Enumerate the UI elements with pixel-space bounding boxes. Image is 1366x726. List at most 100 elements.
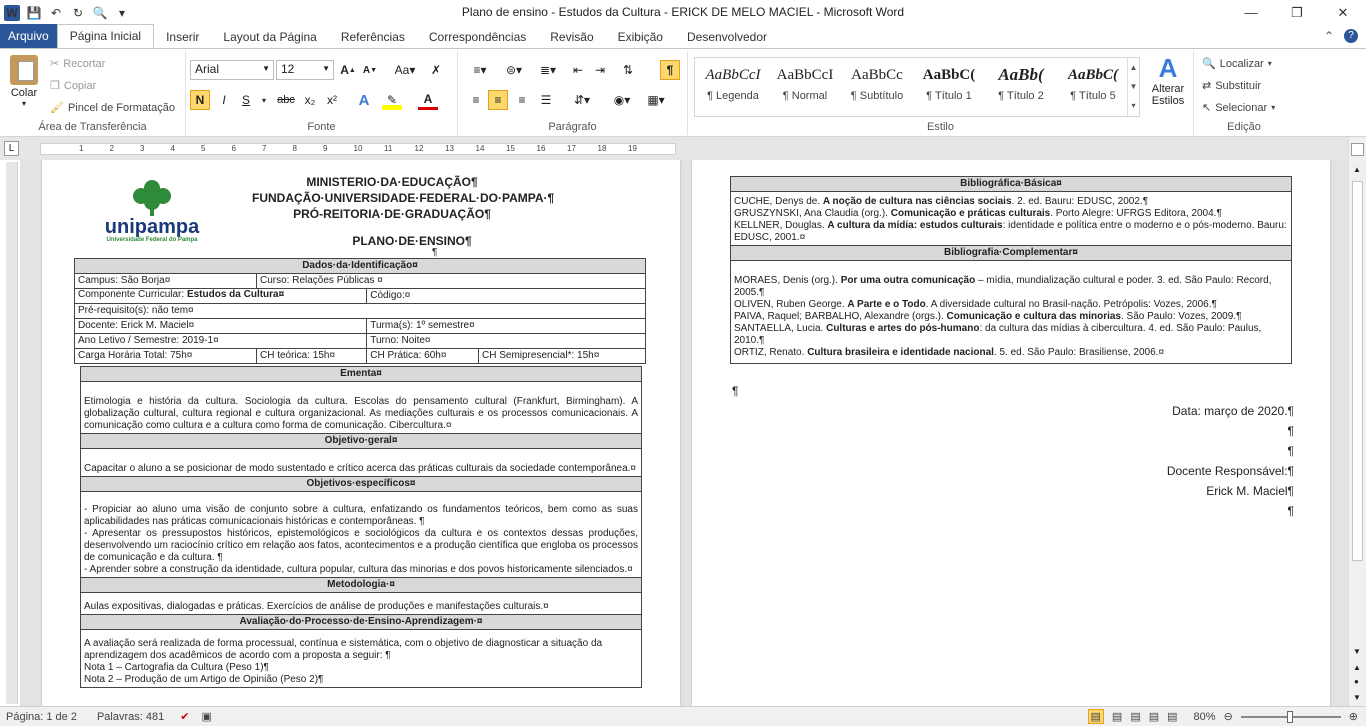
sort-icon[interactable]: ⇅	[618, 60, 638, 80]
undo-icon[interactable]: ↶	[48, 5, 64, 21]
show-marks-button[interactable]: ¶	[660, 60, 680, 80]
help-icon[interactable]: ?	[1344, 29, 1358, 43]
prev-page-icon[interactable]: ▲	[1353, 663, 1361, 672]
subscript-button[interactable]: x₂	[300, 90, 320, 110]
scroll-up-icon[interactable]: ▲	[1353, 165, 1361, 174]
zoom-in-icon[interactable]: ⊕	[1349, 710, 1358, 723]
tab-page-layout[interactable]: Layout da Página	[211, 26, 328, 48]
print-layout-icon[interactable]: ▤	[1087, 709, 1104, 724]
change-styles-button[interactable]: A Alterar Estilos	[1144, 53, 1192, 107]
content-table[interactable]: Ementa¤ Etimologia e história da cultura…	[80, 366, 642, 688]
tab-view[interactable]: Exibição	[606, 26, 675, 48]
save-icon[interactable]: 💾	[26, 5, 42, 21]
underline-button[interactable]: S	[236, 90, 256, 110]
minimize-ribbon-icon[interactable]: ⌃	[1324, 29, 1334, 43]
word-count[interactable]: Palavras: 481	[97, 711, 164, 723]
tab-developer[interactable]: Desenvolvedor	[675, 26, 779, 48]
zoom-slider-thumb[interactable]	[1286, 710, 1293, 723]
highlight-icon[interactable]: ✎	[382, 90, 402, 110]
styles-scroll[interactable]: ▲ ▼ ▾	[1127, 58, 1139, 116]
numbering-icon[interactable]: ⊜▾	[500, 60, 528, 80]
bibliography-table[interactable]: Bibliográfica·Básica¤ CUCHE, Denys de. A…	[730, 176, 1292, 364]
customize-qat-icon[interactable]: ▾	[114, 5, 130, 21]
next-page-icon[interactable]: ▼	[1353, 693, 1361, 702]
unipampa-logo: unipampa Universidade Federal do Pampa	[90, 178, 214, 248]
ruler-number: 7	[262, 144, 267, 153]
multilevel-list-icon[interactable]: ≣▾	[534, 60, 562, 80]
restore-button[interactable]: ❐	[1274, 0, 1320, 25]
scroll-thumb[interactable]	[1352, 181, 1363, 561]
font-size-combo[interactable]: 12 ▼	[276, 60, 334, 80]
increase-indent-icon[interactable]: ⇥	[590, 60, 610, 80]
style-titulo-2[interactable]: AaBb(¶ Título 2	[985, 60, 1057, 116]
bullets-icon[interactable]: ≡▾	[466, 60, 494, 80]
style-titulo-5[interactable]: AaBbC(¶ Título 5	[1057, 60, 1129, 116]
spellcheck-icon[interactable]: ✔	[180, 710, 189, 723]
copy-button[interactable]: ❐ Copiar	[50, 79, 96, 93]
redo-icon[interactable]: ↻	[70, 5, 86, 21]
vertical-ruler[interactable]	[6, 162, 18, 704]
vertical-scrollbar[interactable]: ▲ ▼ ▲ ● ▼	[1348, 137, 1366, 706]
close-button[interactable]: ✕	[1320, 0, 1366, 25]
print-preview-icon[interactable]: 🔍	[92, 5, 108, 21]
outline-icon[interactable]: ▤	[1149, 710, 1159, 723]
font-color-icon[interactable]: A	[418, 90, 438, 110]
underline-dropdown-icon[interactable]: ▾	[254, 90, 274, 110]
tab-references[interactable]: Referências	[329, 26, 417, 48]
strikethrough-button[interactable]: abc	[274, 90, 298, 110]
zoom-level[interactable]: 80%	[1194, 711, 1216, 723]
replace-button[interactable]: ⇄ Substituir	[1202, 79, 1261, 93]
tab-home[interactable]: Página Inicial	[56, 24, 155, 48]
cut-button[interactable]: ✂ Recortar	[50, 57, 105, 71]
borders-icon[interactable]: ▦▾	[642, 90, 670, 110]
draft-icon[interactable]: ▤	[1167, 710, 1177, 723]
shrink-font-icon[interactable]: A ▼	[360, 60, 380, 80]
clear-formatting-icon[interactable]: ✗	[426, 60, 446, 80]
align-center-icon[interactable]: ≡	[488, 90, 508, 110]
turma-cell: Turma(s): 1º semestre¤	[366, 318, 646, 334]
scroll-down-icon[interactable]: ▼	[1353, 647, 1361, 656]
ruler-number: 17	[567, 144, 576, 153]
change-case-icon[interactable]: Aa▾	[392, 60, 418, 80]
tab-review[interactable]: Revisão	[538, 26, 605, 48]
style-legenda[interactable]: AaBbCcI ¶ Legenda	[697, 60, 769, 116]
align-left-icon[interactable]: ≡	[466, 90, 486, 110]
text-effects-icon[interactable]: A	[354, 90, 374, 110]
justify-icon[interactable]: ☰	[536, 90, 556, 110]
tab-mailings[interactable]: Correspondências	[417, 26, 538, 48]
zoom-out-icon[interactable]: ⊖	[1224, 710, 1233, 723]
macro-icon[interactable]: ▣	[201, 710, 211, 723]
tab-selector-icon[interactable]: L	[4, 141, 19, 156]
horizontal-ruler[interactable]: 1 2 3 4 5 6 7 8 9 10 11 12 13 14 15 16 17 18 19	[40, 143, 676, 155]
line-spacing-icon[interactable]: ⇵▾	[568, 90, 596, 110]
style-titulo-1[interactable]: AaBbC(¶ Título 1	[913, 60, 985, 116]
paste-button[interactable]: Colar ▾	[6, 55, 42, 108]
minimize-button[interactable]: —	[1228, 0, 1274, 25]
grow-font-icon[interactable]: A ▲	[338, 60, 358, 80]
decrease-indent-icon[interactable]: ⇤	[568, 60, 588, 80]
align-right-icon[interactable]: ≡	[512, 90, 532, 110]
italic-button[interactable]: I	[214, 90, 234, 110]
page-1[interactable]: unipampa Universidade Federal do Pampa M…	[42, 160, 680, 706]
word-logo-icon[interactable]: W	[4, 4, 20, 21]
shading-icon[interactable]: ◉▾	[608, 90, 636, 110]
format-painter-button[interactable]: 🖌 Pincel de Formatação	[50, 101, 175, 115]
style-subtitulo[interactable]: AaBbCc ¶ Subtítulo	[841, 60, 913, 116]
select-button[interactable]: ↖ Selecionar ▾	[1202, 101, 1275, 115]
identification-table[interactable]: Dados·da·Identificação¤ Campus: São Borj…	[73, 258, 647, 364]
page-count[interactable]: Página: 1 de 2	[6, 711, 77, 723]
superscript-button[interactable]: x²	[322, 90, 342, 110]
ruler-toggle-icon[interactable]	[1351, 143, 1364, 156]
font-name-combo[interactable]: Arial ▼	[190, 60, 274, 80]
full-screen-reading-icon[interactable]: ▤	[1112, 710, 1122, 723]
styles-label: Estilo	[927, 121, 954, 133]
web-layout-icon[interactable]: ▤	[1130, 710, 1140, 723]
style-normal[interactable]: AaBbCcI ¶ Normal	[769, 60, 841, 116]
zoom-slider[interactable]	[1240, 710, 1341, 723]
bold-button[interactable]: N	[190, 90, 210, 110]
find-button[interactable]: 🔍 Localizar ▾	[1202, 57, 1272, 71]
browse-object-icon[interactable]: ●	[1354, 677, 1359, 686]
tab-insert[interactable]: Inserir	[154, 26, 211, 48]
page-2[interactable]: Bibliográfica·Básica¤ CUCHE, Denys de. A…	[692, 160, 1330, 706]
tab-file[interactable]: Arquivo	[0, 24, 57, 48]
